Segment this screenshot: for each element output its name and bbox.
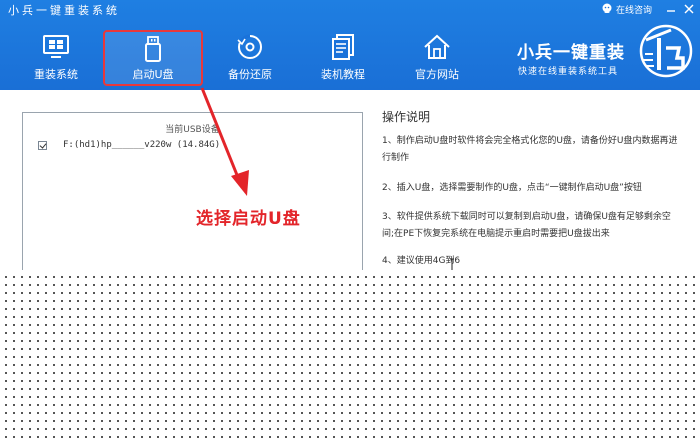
instruction-step-2: 2、插入U盘，选择需要制作的U盘，点击“一键制作启动U盘”按钮	[382, 183, 642, 193]
nav-official-website[interactable]: 官方网站	[406, 30, 468, 84]
online-help-link[interactable]: 在线咨询	[601, 0, 652, 18]
nav-backup-restore[interactable]: 备份还原	[215, 30, 285, 84]
annotation-select-usb: 选择启动U盘	[196, 209, 301, 229]
dotted-overlay	[0, 270, 700, 438]
usb-device-row[interactable]: F:(hd1)hp______v220w (14.84G)	[38, 138, 220, 152]
brand-logo-icon	[639, 24, 693, 78]
instructions-title: 操作说明	[382, 110, 431, 124]
app-title: 小兵一键重装系统	[8, 4, 120, 17]
instruction-step-3: 3、软件提供系统下载同时可以复制到启动U盘，请确保U盘有足够剩余空间;在PE下恢…	[382, 212, 671, 239]
monitor-icon	[43, 35, 69, 58]
usb-drive-icon	[145, 36, 161, 62]
minimize-icon[interactable]	[665, 3, 677, 15]
nav-backup-label: 备份还原	[228, 68, 272, 81]
title-bar: 小兵一键重装系统 在线咨询	[0, 0, 700, 20]
brand-name: 小兵一键重装	[517, 43, 625, 63]
usb-device-header: 当前USB设备	[165, 125, 220, 135]
nav-install-tutorial[interactable]: 装机教程	[312, 30, 374, 84]
nav-reinstall-label: 重装系统	[34, 68, 78, 81]
nav-tutorial-label: 装机教程	[321, 68, 365, 81]
nav-usb-boot[interactable]: 启动U盘	[103, 30, 203, 86]
home-icon	[424, 34, 450, 59]
red-arrow-icon	[200, 87, 249, 196]
online-help-label: 在线咨询	[616, 5, 653, 16]
instruction-step-1: 1、制作启动U盘时软件将会完全格式化您的U盘，请备份好U盘内数据再进行制作	[382, 136, 678, 163]
document-icon	[332, 34, 354, 60]
app-window: 小兵一键重装系统 在线咨询 重装系统 启动U盘 备份还原 装机教程 官方网站 小…	[0, 0, 700, 438]
nav-reinstall-system[interactable]: 重装系统	[25, 30, 87, 84]
brand-slogan: 快速在线重装系统工具	[518, 67, 619, 77]
usb-device-checkbox[interactable]	[38, 140, 47, 150]
nav-usb-label: 启动U盘	[132, 68, 174, 81]
header-bar: 小兵一键重装系统 在线咨询 重装系统 启动U盘 备份还原 装机教程 官方网站 小…	[0, 0, 700, 90]
nav-website-label: 官方网站	[415, 68, 459, 81]
chat-icon	[602, 3, 612, 13]
disc-backup-icon	[237, 34, 262, 59]
close-icon[interactable]	[683, 3, 695, 15]
